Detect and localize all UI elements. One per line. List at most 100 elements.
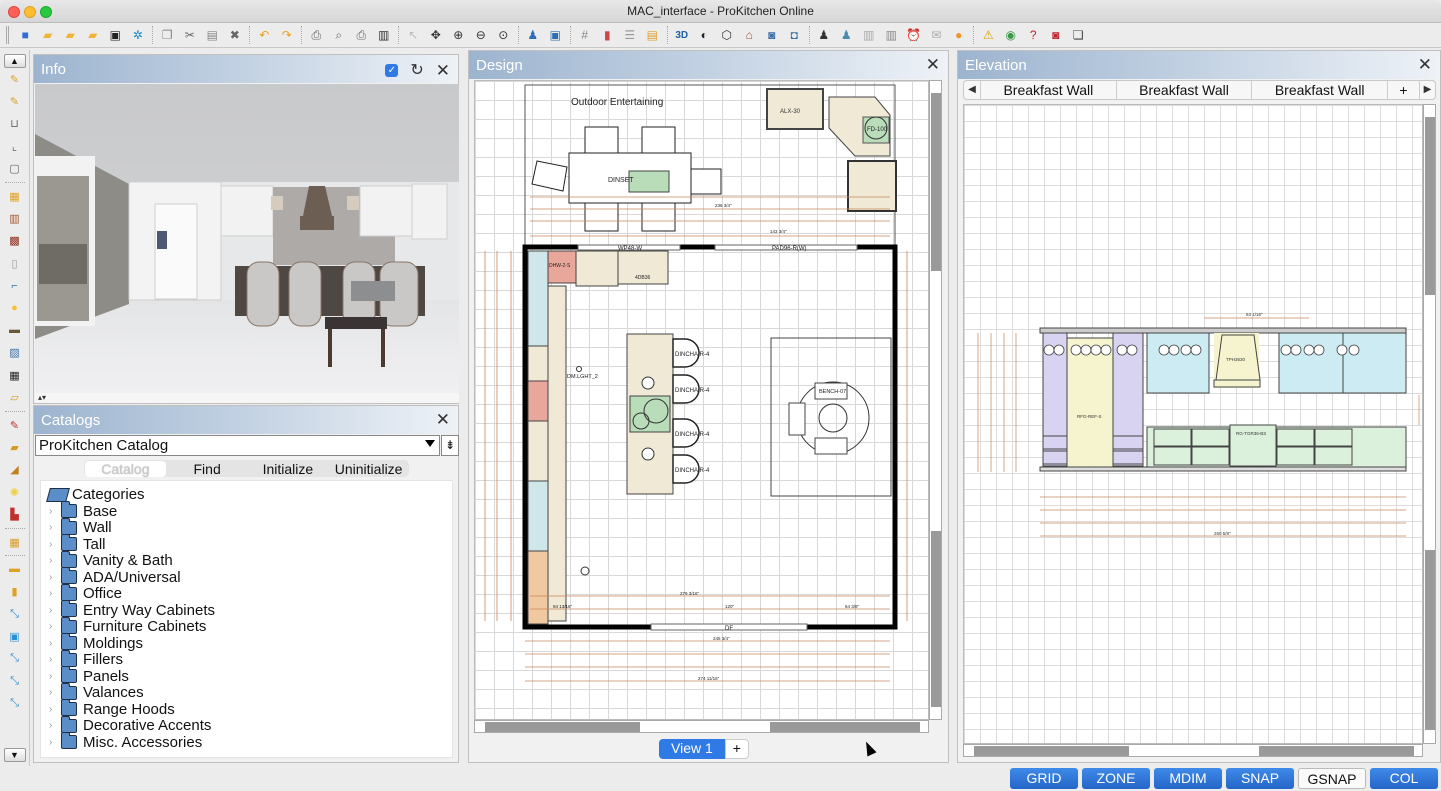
scroll-track[interactable] <box>974 746 1129 756</box>
column-button[interactable]: ▮ <box>596 25 619 45</box>
chevron-right-icon[interactable]: › <box>49 588 61 599</box>
chat-button[interactable]: ❏ <box>1067 25 1090 45</box>
room-square-tool-button[interactable]: ▢ <box>4 158 26 180</box>
fridge-outdoor[interactable] <box>847 160 897 212</box>
furniture-tool-button[interactable]: ▬ <box>4 319 26 341</box>
tree-item-base[interactable]: › Base <box>49 501 117 520</box>
find-user-button[interactable]: ♟ <box>522 25 545 45</box>
tab-find[interactable]: Find <box>167 461 248 477</box>
design-vertical-scrollbar[interactable] <box>929 80 942 720</box>
elevation-close-icon[interactable]: ✕ <box>1418 56 1432 73</box>
tab-scroll-left-icon[interactable]: ◀ <box>964 81 980 99</box>
chevron-right-icon[interactable]: › <box>49 737 61 748</box>
scroll-track[interactable] <box>931 531 941 707</box>
person-cabinet-2-button[interactable]: ♟ <box>835 25 858 45</box>
ruler-vertical-tool-button[interactable]: ▮ <box>4 581 26 603</box>
tree-item-decorative-accents[interactable]: › Decorative Accents <box>49 715 211 734</box>
draw-wall-dotted-tool-button[interactable]: ✎ <box>4 90 26 112</box>
base-cabinet[interactable] <box>527 420 549 482</box>
toolbar-grip[interactable] <box>6 26 9 44</box>
light-fixture[interactable] <box>576 366 582 372</box>
add-view-button[interactable]: + <box>724 739 749 759</box>
mail-button[interactable]: ✉ <box>925 25 948 45</box>
chair[interactable] <box>641 202 676 232</box>
snap-toggle-button[interactable]: SNAP <box>1226 768 1294 789</box>
chevron-right-icon[interactable]: › <box>49 621 61 632</box>
scroll-track[interactable] <box>1425 117 1435 295</box>
base-run[interactable] <box>547 285 567 622</box>
room-u-tool-button[interactable]: ⊔ <box>4 113 26 135</box>
faucet-tool-button[interactable]: ⌐ <box>4 275 26 297</box>
chevron-right-icon[interactable]: › <box>49 506 61 517</box>
alarm-button[interactable]: ⏰ <box>903 25 926 45</box>
scroll-track[interactable] <box>770 722 920 732</box>
toggle-button[interactable]: ◐ <box>693 25 716 45</box>
elevation-vertical-scrollbar[interactable] <box>1423 104 1436 744</box>
paste-button[interactable]: ▤ <box>201 25 224 45</box>
list-button[interactable]: ☰ <box>619 25 642 45</box>
print-preview-button[interactable]: ⌕ <box>328 25 351 45</box>
picture-tool-button[interactable]: ▨ <box>4 342 26 364</box>
tree-item-wall[interactable]: › Wall <box>49 517 112 536</box>
dimension-4-tool-button[interactable]: ⤡ <box>4 693 26 715</box>
range[interactable] <box>527 380 549 422</box>
chevron-right-icon[interactable]: › <box>49 654 61 665</box>
scroll-down-button[interactable]: ▼ <box>3 748 26 762</box>
chevron-right-icon[interactable]: › <box>49 671 61 682</box>
tree-item-misc-accessories[interactable]: › Misc. Accessories <box>49 732 202 751</box>
tab-breakfast-wall-3[interactable]: Breakfast Wall <box>1251 81 1387 99</box>
bench[interactable] <box>814 437 848 455</box>
zoom-out-button[interactable]: ⊖ <box>470 25 493 45</box>
chevron-right-icon[interactable]: › <box>49 638 61 649</box>
chevron-right-icon[interactable]: › <box>49 687 61 698</box>
edit-room-tool-button[interactable]: ▦ <box>4 531 26 553</box>
wall-cabinet[interactable] <box>527 250 549 347</box>
open-folder-button[interactable]: ▰ <box>59 25 82 45</box>
presentation-button[interactable]: ◙ <box>1045 25 1068 45</box>
elevation-canvas[interactable]: RFG-REF-S TPH3630 63 1/16" RG-TGR36-BS 2… <box>963 104 1423 744</box>
catalogs-close-icon[interactable]: ✕ <box>436 411 450 428</box>
box-button[interactable]: ⬡ <box>716 25 739 45</box>
chair[interactable] <box>641 126 676 154</box>
countertop-tool-button[interactable]: ▱ <box>4 386 26 408</box>
cut-button[interactable]: ✂ <box>179 25 202 45</box>
wall-cabinet[interactable] <box>1146 332 1210 394</box>
dimension-2-tool-button[interactable]: ⤡ <box>4 648 26 670</box>
wall-cabinet[interactable] <box>527 480 549 552</box>
mdim-toggle-button[interactable]: MDIM <box>1154 768 1222 789</box>
camera-button[interactable]: ◙ <box>761 25 784 45</box>
settings-button[interactable]: ✲ <box>127 25 150 45</box>
tab-initialize[interactable]: Initialize <box>248 461 329 477</box>
tab-breakfast-wall-1[interactable]: Breakfast Wall <box>980 81 1116 99</box>
room-l-tool-button[interactable]: ⌞ <box>4 135 26 157</box>
photo-button[interactable]: ◘ <box>783 25 806 45</box>
chevron-right-icon[interactable]: › <box>49 720 61 731</box>
open-recent-button[interactable]: ▰ <box>82 25 105 45</box>
info-close-icon[interactable]: ✕ <box>436 62 450 79</box>
edit-countertop-tool-button[interactable]: ✎ <box>4 414 26 436</box>
tree-item-fillers[interactable]: › Fillers <box>49 649 123 668</box>
print-button[interactable]: ⎙ <box>350 25 373 45</box>
base-cabinet-tool-button[interactable]: ▦ <box>4 185 26 207</box>
chair[interactable] <box>584 202 619 232</box>
print-setup-button[interactable]: ⎙ <box>305 25 328 45</box>
redo-button[interactable]: ↷ <box>276 25 299 45</box>
door-style-tool-button[interactable]: ▙ <box>4 503 26 525</box>
chair[interactable] <box>690 168 722 195</box>
dimension-3-tool-button[interactable]: ⤡ <box>4 670 26 692</box>
tree-item-furniture-cabinets[interactable]: › Furniture Cabinets <box>49 616 206 635</box>
copy-button[interactable]: ❐ <box>156 25 179 45</box>
auto-update-checkbox[interactable]: ✓ <box>385 63 399 77</box>
dimension-tool-button[interactable]: ⤡ <box>4 603 26 625</box>
catalog-select[interactable]: ProKitchen Catalog <box>35 435 440 456</box>
chevron-right-icon[interactable]: › <box>49 704 61 715</box>
expand-all-button[interactable]: ⇟ <box>441 435 459 456</box>
bench[interactable] <box>788 402 806 436</box>
zoom-window-button[interactable]: ▣ <box>544 25 567 45</box>
tree-item-tall[interactable]: › Tall <box>49 534 106 553</box>
move-button[interactable]: ✥ <box>425 25 448 45</box>
chevron-right-icon[interactable]: › <box>49 522 61 533</box>
person-cabinet-button[interactable]: ♟ <box>813 25 836 45</box>
select-button[interactable]: ↖ <box>402 25 425 45</box>
draw-wall-tool-button[interactable]: ✎ <box>4 68 26 90</box>
